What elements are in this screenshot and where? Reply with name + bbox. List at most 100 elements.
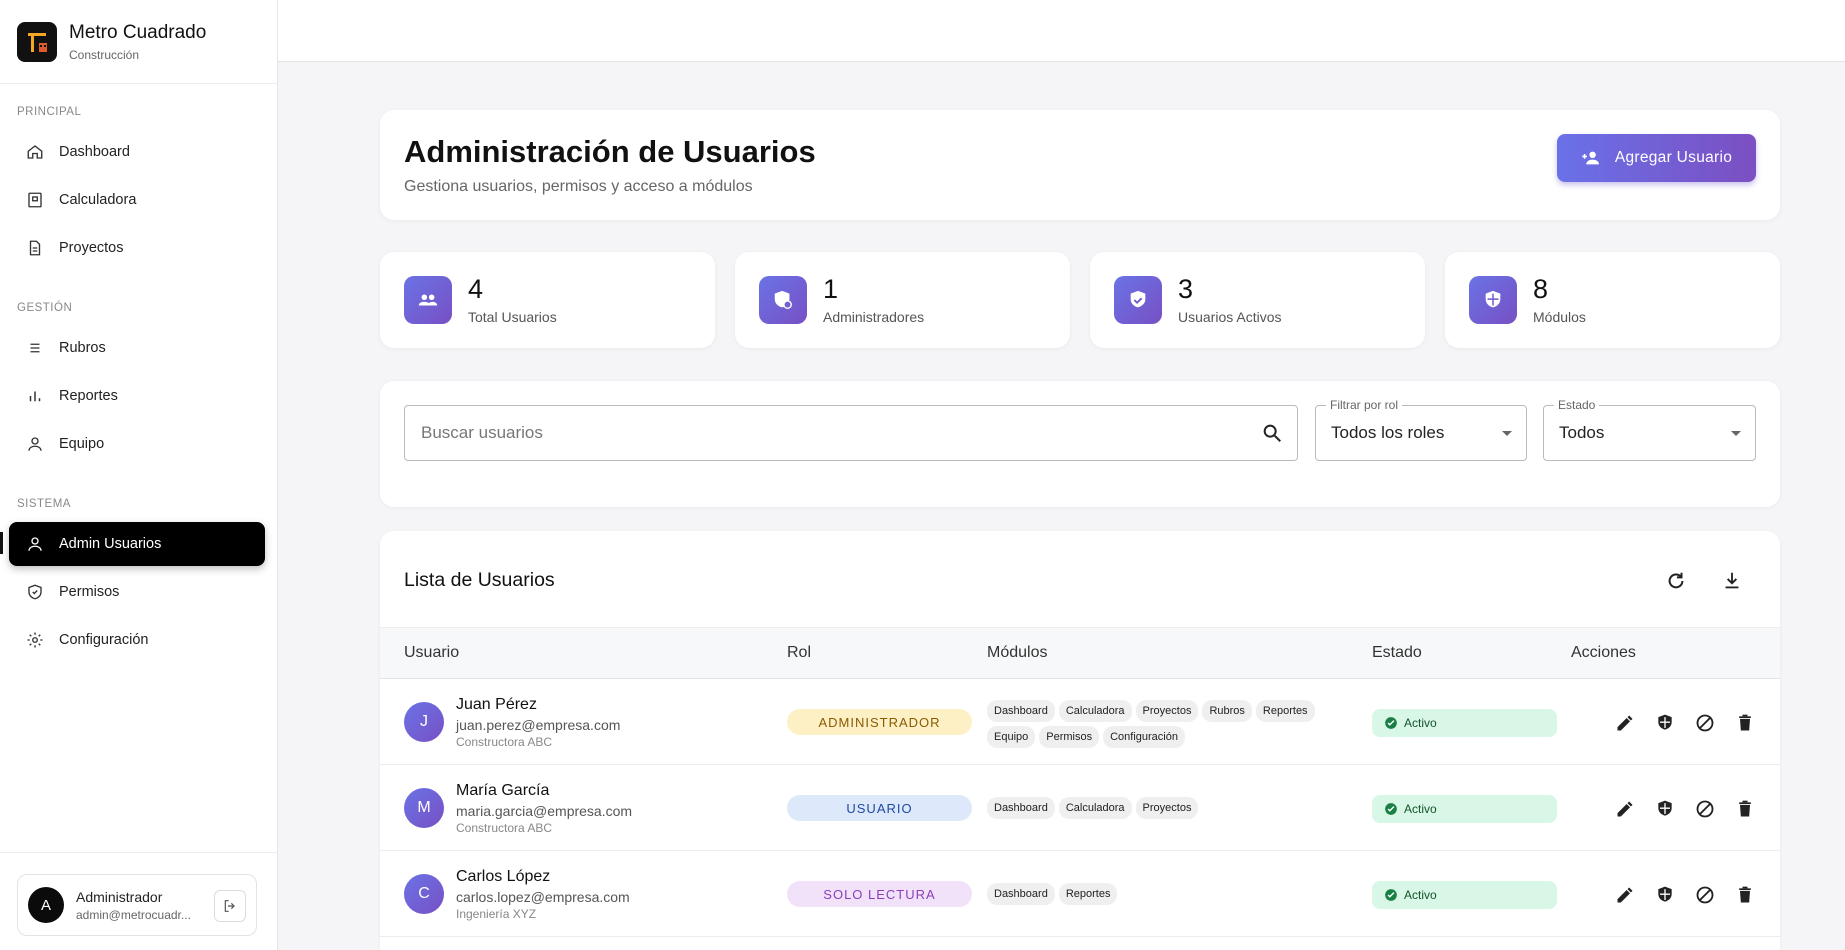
person-add-icon <box>1582 151 1599 165</box>
crane-logo-icon <box>17 21 57 62</box>
delete-button[interactable] <box>1731 709 1759 737</box>
security-shield-icon <box>1469 276 1517 324</box>
search-icon[interactable] <box>1261 422 1283 444</box>
page-header-card: Administración de Usuarios Gestiona usua… <box>380 110 1780 220</box>
edit-button[interactable] <box>1611 795 1639 823</box>
sidebar-item-dashboard[interactable]: Dashboard <box>9 130 265 174</box>
status-filter-value: Todos <box>1559 423 1605 442</box>
status-badge: Activo <box>1372 709 1557 737</box>
trash-icon <box>1739 714 1751 731</box>
download-button[interactable] <box>1716 565 1748 597</box>
page-title: Administración de Usuarios <box>404 134 816 169</box>
avatar: A <box>28 887 64 923</box>
user-email: carlos.lopez@empresa.com <box>456 889 630 905</box>
stat-value: 4 <box>468 274 484 304</box>
pencil-icon <box>1617 715 1633 731</box>
permissions-button[interactable] <box>1651 795 1679 823</box>
table-row: J Juan Pérez juan.perez@empresa.com Cons… <box>380 679 1780 765</box>
user-name: Juan Pérez <box>456 696 537 713</box>
status-filter-select[interactable]: Estado Todos <box>1543 398 1756 461</box>
table-title: Lista de Usuarios <box>404 569 555 591</box>
delete-button[interactable] <box>1731 881 1759 909</box>
column-header-modulos: Módulos <box>987 644 1048 661</box>
logout-icon <box>224 900 235 912</box>
sidebar-item-admin-usuarios[interactable]: Admin Usuarios <box>9 522 265 566</box>
download-icon <box>1725 572 1739 589</box>
check-circle-icon <box>1385 717 1397 729</box>
module-chip: Reportes <box>1255 700 1315 722</box>
role-badge: SOLO LECTURA <box>787 881 972 907</box>
permissions-button[interactable] <box>1651 881 1679 909</box>
status-label: Activo <box>1404 716 1437 730</box>
user-company: Ingeniería XYZ <box>456 907 537 921</box>
role-filter-select[interactable]: Filtrar por rol Todos los roles <box>1315 398 1527 461</box>
user-email: maria.garcia@empresa.com <box>456 803 633 819</box>
stat-card-usuarios-activos: 3 Usuarios Activos <box>1090 252 1425 348</box>
gear-icon <box>27 632 43 648</box>
module-chips: Dashboard Calculadora Proyectos <box>987 797 1327 819</box>
module-chip: Dashboard <box>987 700 1055 722</box>
refresh-icon <box>1668 572 1684 589</box>
column-header-rol: Rol <box>787 644 812 661</box>
page-subtitle: Gestiona usuarios, permisos y acceso a m… <box>404 178 753 195</box>
sidebar-item-label: Rubros <box>59 340 106 356</box>
stat-value: 8 <box>1533 274 1549 304</box>
sidebar-item-permisos[interactable]: Permisos <box>9 570 265 614</box>
sidebar-item-configuracion[interactable]: Configuración <box>9 618 265 662</box>
status-badge: Activo <box>1372 881 1557 909</box>
group-icon <box>404 276 452 324</box>
shield-icon <box>28 584 42 600</box>
avatar: C <box>404 874 444 914</box>
status-label: Activo <box>1404 888 1437 902</box>
sidebar-item-reportes[interactable]: Reportes <box>9 374 265 418</box>
brand: Metro Cuadrado Construcción <box>0 0 277 84</box>
avatar: J <box>404 702 444 742</box>
sidebar-item-equipo[interactable]: Equipo <box>9 422 265 466</box>
deactivate-button[interactable] <box>1691 709 1719 737</box>
stat-label: Administradores <box>823 309 925 325</box>
sidebar-item-label: Dashboard <box>59 144 130 160</box>
status-filter-label: Estado <box>1554 398 1600 412</box>
module-chips: Dashboard Reportes <box>987 883 1327 905</box>
edit-button[interactable] <box>1611 881 1639 909</box>
refresh-button[interactable] <box>1660 565 1692 597</box>
admin-shield-icon <box>759 276 807 324</box>
stat-value: 3 <box>1178 274 1194 304</box>
stat-label: Total Usuarios <box>468 309 557 325</box>
user-email: admin@metrocuadr... <box>76 907 191 922</box>
chevron-down-icon <box>1502 431 1512 436</box>
permissions-button[interactable] <box>1651 709 1679 737</box>
user-company: Constructora ABC <box>456 735 553 749</box>
filters-card: Filtrar por rol Todos los roles Estado T… <box>380 381 1780 507</box>
table-row: M María García maria.garcia@empresa.com … <box>380 765 1780 851</box>
module-chip: Calculadora <box>1058 797 1132 819</box>
sidebar-item-calculadora[interactable]: Calculadora <box>9 178 265 222</box>
module-chip: Calculadora <box>1058 700 1132 722</box>
delete-button[interactable] <box>1731 795 1759 823</box>
status-label: Activo <box>1404 802 1437 816</box>
users-table-card: Lista de Usuarios Usuario Rol Módulos Es… <box>380 531 1780 950</box>
nav-section-gestion: GESTIÓN <box>17 302 73 314</box>
sidebar-item-proyectos[interactable]: Proyectos <box>9 226 265 270</box>
table-row: C Carlos López carlos.lopez@empresa.com … <box>380 851 1780 937</box>
sidebar-item-label: Equipo <box>59 436 105 452</box>
shield-icon <box>1658 800 1672 816</box>
sidebar-item-rubros[interactable]: Rubros <box>9 326 265 370</box>
module-chip: Rubros <box>1202 700 1252 722</box>
module-chip: Permisos <box>1039 726 1100 748</box>
search-input[interactable] <box>405 406 1225 460</box>
pencil-icon <box>1617 801 1633 817</box>
logout-button[interactable] <box>214 890 246 922</box>
pencil-icon <box>1617 887 1633 903</box>
add-user-button[interactable]: Agregar Usuario <box>1557 134 1756 182</box>
search-field <box>404 405 1298 461</box>
module-chip: Proyectos <box>1135 700 1199 722</box>
module-chip: Equipo <box>987 726 1036 748</box>
home-icon <box>27 145 43 159</box>
sidebar-divider <box>0 852 277 853</box>
deactivate-button[interactable] <box>1691 881 1719 909</box>
edit-button[interactable] <box>1611 709 1639 737</box>
status-badge: Activo <box>1372 795 1557 823</box>
deactivate-button[interactable] <box>1691 795 1719 823</box>
shield-icon <box>1658 714 1672 730</box>
